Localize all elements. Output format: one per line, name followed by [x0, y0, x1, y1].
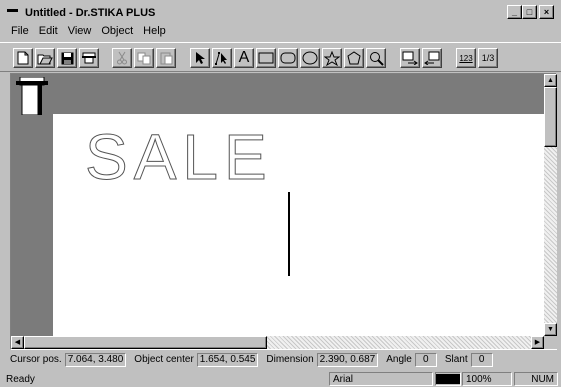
- save-button[interactable]: [57, 48, 77, 68]
- sale-text-object[interactable]: SALE: [85, 125, 273, 190]
- dimension-value: 2.390, 0.687: [316, 352, 379, 367]
- app-window: Untitled - Dr.STIKA PLUS _ □ × File Edit…: [0, 0, 561, 387]
- export-button[interactable]: [422, 48, 442, 68]
- zoom-tool-button[interactable]: [366, 48, 386, 68]
- ellipse-icon: [302, 51, 318, 65]
- fraction-button[interactable]: 1/3: [478, 48, 498, 68]
- menu-help[interactable]: Help: [142, 25, 167, 40]
- left-arrow-icon: ◀: [14, 339, 21, 346]
- numbering-icon: 123: [459, 53, 473, 63]
- rectangle-icon: [258, 52, 274, 64]
- rectangle-tool-button[interactable]: [256, 48, 276, 68]
- node-edit-button[interactable]: [212, 48, 232, 68]
- select-arrow-icon: [196, 52, 205, 64]
- menu-edit[interactable]: Edit: [38, 25, 59, 40]
- export-icon: [424, 51, 440, 65]
- cursor-pos-value: 7.064, 3.480: [64, 352, 127, 367]
- angle-value: 0: [414, 352, 437, 367]
- star-icon: [324, 50, 340, 66]
- zoom-icon: [369, 51, 384, 66]
- node-edit-icon: [215, 52, 227, 65]
- menu-file[interactable]: File: [10, 25, 30, 40]
- import-icon: [402, 51, 418, 65]
- dimension-label: Dimension: [266, 354, 314, 365]
- vertical-scrollbar[interactable]: ▲ ▼: [544, 74, 557, 336]
- system-menu-icon[interactable]: [7, 7, 21, 19]
- copy-button[interactable]: [134, 48, 154, 68]
- right-arrow-icon: ▶: [534, 339, 541, 346]
- maximize-button[interactable]: □: [522, 5, 537, 19]
- fraction-icon: 1/3: [481, 53, 495, 63]
- new-document-icon: [17, 51, 29, 65]
- scroll-left-button[interactable]: ◀: [11, 336, 24, 349]
- import-button[interactable]: [400, 48, 420, 68]
- object-info-bar: Cursor pos. 7.064, 3.480 Object center 1…: [10, 352, 501, 367]
- numlock-indicator: NUM: [514, 372, 558, 386]
- scroll-corner: [544, 336, 557, 349]
- cut-icon: [117, 51, 127, 65]
- text-tool-button[interactable]: A: [234, 48, 254, 68]
- numbering-button[interactable]: 123: [456, 48, 476, 68]
- open-folder-icon: [37, 54, 53, 64]
- scroll-up-button[interactable]: ▲: [544, 74, 557, 87]
- copy-icon: [137, 52, 151, 64]
- horizontal-scrollbar[interactable]: ◀ ▶: [11, 336, 544, 349]
- menu-bar: File Edit View Object Help: [10, 25, 167, 40]
- menu-view[interactable]: View: [67, 25, 93, 40]
- fill-color-indicator: [435, 372, 461, 386]
- slant-value: 0: [470, 352, 493, 367]
- toolbar: A 123 1/3: [0, 42, 561, 72]
- drawing-workspace[interactable]: SALE: [11, 74, 544, 336]
- window-title: Untitled - Dr.STIKA PLUS: [25, 6, 156, 19]
- scroll-right-button[interactable]: ▶: [531, 336, 544, 349]
- zoom-level-field: 100%: [462, 372, 512, 386]
- text-tool-icon: A: [238, 49, 250, 66]
- status-message: Ready: [6, 373, 35, 385]
- object-center-label: Object center: [134, 354, 194, 365]
- star-tool-button[interactable]: [322, 48, 342, 68]
- close-button[interactable]: ×: [539, 5, 554, 19]
- minimize-button[interactable]: _: [507, 5, 522, 19]
- text-cursor: [288, 192, 290, 276]
- title-bar: Untitled - Dr.STIKA PLUS _ □ ×: [3, 3, 555, 22]
- polygon-tool-button[interactable]: [344, 48, 364, 68]
- open-button[interactable]: [35, 48, 55, 68]
- down-arrow-icon: ▼: [547, 326, 554, 333]
- select-tool-button[interactable]: [190, 48, 210, 68]
- ellipse-tool-button[interactable]: [300, 48, 320, 68]
- font-name-field: Arial: [329, 372, 433, 386]
- object-center-value: 1.654, 0.545: [196, 352, 259, 367]
- cut-button[interactable]: [112, 48, 132, 68]
- slant-label: Slant: [444, 354, 468, 365]
- angle-label: Angle: [386, 354, 412, 365]
- plotter-icon: [82, 52, 96, 64]
- vertical-scroll-thumb[interactable]: [544, 87, 557, 147]
- menu-object[interactable]: Object: [100, 25, 134, 40]
- cursor-pos-label: Cursor pos.: [10, 354, 62, 365]
- plotter-button[interactable]: [79, 48, 99, 68]
- new-document-button[interactable]: [13, 48, 33, 68]
- rounded-rectangle-icon: [280, 52, 296, 64]
- paste-button[interactable]: [156, 48, 176, 68]
- printer-origin-icon: [16, 76, 48, 116]
- scroll-down-button[interactable]: ▼: [544, 323, 557, 336]
- horizontal-scroll-thumb[interactable]: [24, 336, 267, 349]
- up-arrow-icon: ▲: [547, 77, 554, 84]
- save-disk-icon: [61, 52, 73, 64]
- polygon-icon: [347, 51, 361, 65]
- status-bar: Ready Arial 100% NUM: [0, 370, 561, 387]
- paste-icon: [160, 52, 172, 65]
- rounded-rectangle-tool-button[interactable]: [278, 48, 298, 68]
